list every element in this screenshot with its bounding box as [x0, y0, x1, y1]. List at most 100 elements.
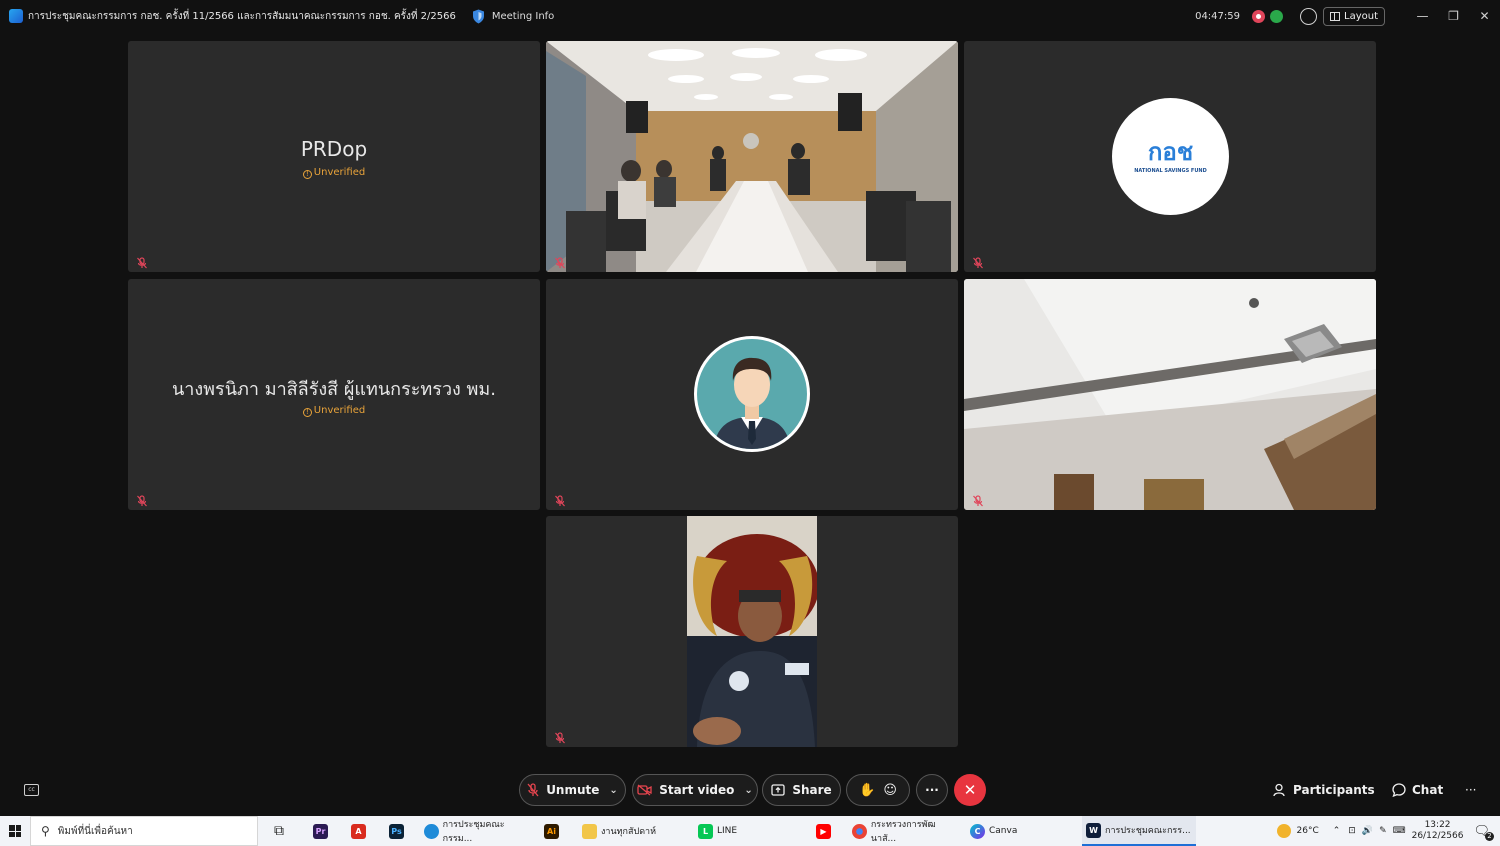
clock-time: 13:22 [1424, 820, 1451, 830]
chat-label: Chat [1412, 783, 1444, 797]
muted-mic-icon [527, 783, 539, 797]
chat-icon [1392, 783, 1406, 797]
chevron-up-icon[interactable]: ⌃ [1333, 826, 1341, 836]
canva-icon: C [970, 823, 985, 839]
overflow-label: ··· [1465, 783, 1477, 797]
illustrator-icon[interactable]: Ai [544, 816, 563, 846]
taskbar-app-edge[interactable]: การประชุมคณะกรรม... [424, 816, 532, 846]
chat-button[interactable]: Chat [1392, 774, 1443, 806]
participants-label: Participants [1293, 783, 1375, 797]
clock-date: 26/12/2566 [1411, 831, 1464, 841]
muted-mic-icon [555, 495, 565, 507]
taskbar-app-line[interactable]: L LINE [698, 816, 798, 846]
share-label: Share [792, 783, 832, 797]
video-tile-conference-room[interactable] [546, 41, 958, 272]
share-icon [771, 784, 785, 796]
participants-button[interactable]: Participants [1273, 774, 1375, 806]
user-avatar-icon [694, 336, 810, 452]
pen-icon[interactable]: ✎ [1379, 826, 1387, 836]
search-icon: ⚲ [41, 824, 50, 838]
keyboard-icon[interactable]: ⌨ [1393, 826, 1406, 836]
leave-meeting-button[interactable]: ✕ [954, 774, 986, 806]
shield-icon [472, 9, 484, 23]
layout-button[interactable]: Layout [1323, 6, 1385, 26]
participant-tile-prdop[interactable]: PRDop ! Unverified [128, 41, 540, 272]
network-icon[interactable]: ⊡ [1348, 826, 1356, 836]
ceiling-video [964, 279, 1376, 510]
meeting-timer: 04:47:59 [1195, 10, 1240, 22]
raise-hand-icon[interactable]: ✋ [859, 783, 875, 798]
restore-icon[interactable]: ❐ [1438, 0, 1469, 32]
clock-icon: ! [302, 408, 312, 417]
premiere-icon[interactable]: Pr [313, 816, 332, 846]
more-label: ··· [925, 783, 939, 797]
layout-grid-icon [1330, 11, 1340, 21]
taskbar-app-folder[interactable]: งานทุกสัปดาห์ [582, 816, 682, 846]
taskbar-search-box[interactable]: ⚲ พิมพ์ที่นี่เพื่อค้นหา [30, 816, 258, 846]
weather-icon[interactable] [1276, 824, 1291, 838]
share-button[interactable]: Share [762, 774, 841, 806]
system-tray: 26°C ⌃ ⊡ 🔊 ✎ ⌨ 13:22 26/12/2566 🗨 2 [1276, 816, 1500, 846]
muted-mic-icon [973, 257, 983, 269]
notification-icon[interactable]: 🗨 2 [1473, 824, 1494, 841]
search-placeholder: พิมพ์ที่นี่เพื่อค้นหา [57, 825, 133, 837]
conference-room-video [546, 41, 958, 272]
meeting-info-button[interactable]: Meeting Info [472, 9, 554, 24]
line-icon: L [698, 823, 713, 839]
notification-count: 2 [1485, 831, 1494, 841]
weather-temp[interactable]: 26°C [1297, 826, 1319, 836]
video-tile-mobile[interactable] [546, 516, 958, 747]
meeting-info-label: Meeting Info [491, 10, 555, 22]
captions-icon[interactable]: cc [24, 784, 39, 796]
more-options-button[interactable]: ··· [916, 774, 948, 806]
chevron-down-icon[interactable]: ⌄ [744, 785, 752, 796]
nsf-logo-text: กอช [1147, 138, 1194, 166]
unverified-badge: ! Unverified [128, 405, 540, 417]
windows-logo-icon [9, 825, 21, 837]
video-tile-ceiling[interactable] [964, 279, 1376, 510]
reactions-icon[interactable]: ☺ [883, 783, 897, 798]
clock-icon: ! [302, 170, 312, 179]
close-icon[interactable]: ✕ [1469, 0, 1500, 32]
taskbar-app-chrome[interactable]: กระทรวงการพัฒนาสั... [852, 816, 960, 846]
youtube-icon[interactable]: ▶ [816, 816, 835, 846]
muted-mic-icon [973, 495, 983, 507]
layout-label: Layout [1344, 10, 1378, 22]
overflow-menu-button[interactable]: ··· [1465, 774, 1476, 806]
muted-mic-icon [555, 732, 565, 744]
window-title: การประชุมคณะกรรมการ กอช. ครั้งที่ 11/256… [28, 10, 456, 22]
taskbar-app-canva[interactable]: C Canva [970, 816, 1070, 846]
start-video-label: Start video [659, 783, 735, 797]
taskbar-app-webex[interactable]: W การประชุมคณะกรร... [1082, 816, 1196, 846]
task-view-icon[interactable]: ⧉ [274, 816, 284, 846]
nsf-logo-avatar: กอช NATIONAL SAVINGS FUND [1112, 98, 1229, 215]
edge-icon [424, 823, 439, 839]
video-off-icon [637, 784, 652, 796]
participants-icon [1273, 783, 1285, 797]
muted-mic-icon [137, 257, 147, 269]
participant-tile-avatar[interactable] [546, 279, 958, 510]
connection-status-icon[interactable] [1270, 9, 1283, 23]
chrome-icon [852, 823, 867, 839]
search-icon[interactable] [1300, 7, 1317, 25]
title-bar: การประชุมคณะกรรมการ กอช. ครั้งที่ 11/256… [0, 0, 1500, 32]
unmute-button[interactable]: Unmute ⌄ [519, 774, 626, 806]
recording-icon[interactable] [1252, 9, 1265, 23]
nsf-logo-subtext: NATIONAL SAVINGS FUND [1134, 168, 1207, 174]
acrobat-icon[interactable]: A [351, 816, 370, 846]
taskbar-clock[interactable]: 13:22 26/12/2566 [1412, 820, 1464, 842]
participant-tile-nsf[interactable]: กอช NATIONAL SAVINGS FUND [964, 41, 1376, 272]
photoshop-icon[interactable]: Ps [389, 816, 408, 846]
participant-tile-ministry-rep[interactable]: นางพรนิภา มาสิลีรังสี ผู้แทนกระทรวง พม. … [128, 279, 540, 510]
muted-mic-icon [555, 257, 565, 269]
windows-start-button[interactable] [0, 816, 30, 846]
meeting-control-bar: cc Unmute ⌄ Start video ⌄ Share ✋ ☺ ··· … [0, 774, 1500, 806]
minimize-icon[interactable]: — [1407, 0, 1438, 32]
volume-icon[interactable]: 🔊 [1362, 826, 1373, 836]
folder-icon [582, 823, 597, 839]
start-video-button[interactable]: Start video ⌄ [632, 774, 758, 806]
chevron-down-icon[interactable]: ⌄ [609, 785, 617, 796]
reactions-group: ✋ ☺ [846, 774, 910, 806]
muted-mic-icon [137, 495, 147, 507]
webex-logo-icon [9, 9, 23, 23]
